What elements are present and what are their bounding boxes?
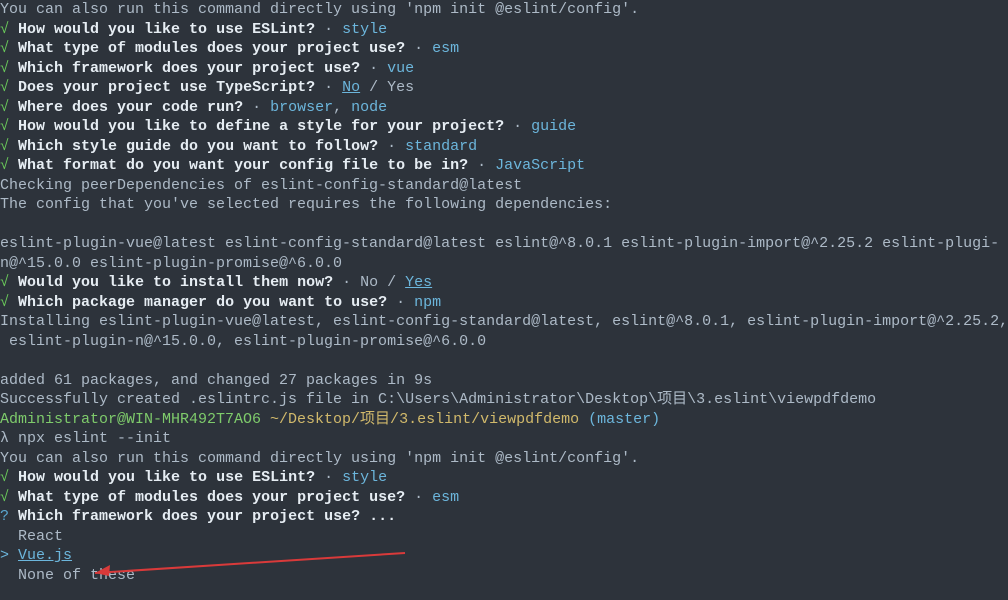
check-icon: √ — [0, 138, 9, 155]
output-line: The config that you've selected requires… — [0, 195, 1008, 215]
terminal[interactable]: You can also run this command directly u… — [0, 0, 1008, 585]
question-line: √ What type of modules does your project… — [0, 488, 1008, 508]
question-line: √ How would you like to use ESLint? · st… — [0, 468, 1008, 488]
check-icon: √ — [0, 40, 9, 57]
output-line: added 61 packages, and changed 27 packag… — [0, 371, 1008, 391]
check-icon: √ — [0, 469, 9, 486]
output-line: Checking peerDependencies of eslint-conf… — [0, 176, 1008, 196]
option-vue[interactable]: > Vue.js — [0, 546, 1008, 566]
output-line: eslint-plugin-n@^15.0.0, eslint-plugin-p… — [0, 332, 1008, 352]
output-line: Successfully created .eslintrc.js file i… — [0, 390, 1008, 410]
question-line: √ Would you like to install them now? · … — [0, 273, 1008, 293]
blank-line — [0, 351, 1008, 371]
check-icon: √ — [0, 79, 9, 96]
active-question-line: ? Which framework does your project use?… — [0, 507, 1008, 527]
note-line: You can also run this command directly u… — [0, 449, 1008, 469]
output-line: Installing eslint-plugin-vue@latest, esl… — [0, 312, 1008, 332]
blank-line — [0, 215, 1008, 235]
question-line: √ Which framework does your project use?… — [0, 59, 1008, 79]
question-line: √ How would you like to use ESLint? · st… — [0, 20, 1008, 40]
question-line: √ How would you like to define a style f… — [0, 117, 1008, 137]
check-icon: √ — [0, 21, 9, 38]
question-line: √ What format do you want your config fi… — [0, 156, 1008, 176]
output-line: n@^15.0.0 eslint-plugin-promise@^6.0.0 — [0, 254, 1008, 274]
check-icon: √ — [0, 60, 9, 77]
question-icon: ? — [0, 508, 9, 525]
check-icon: √ — [0, 99, 9, 116]
selection-pointer: > — [0, 547, 18, 564]
note-line: You can also run this command directly u… — [0, 0, 1008, 20]
question-line: √ Where does your code run? · browser, n… — [0, 98, 1008, 118]
question-line: √ Does your project use TypeScript? · No… — [0, 78, 1008, 98]
check-icon: √ — [0, 157, 9, 174]
question-line: √ Which package manager do you want to u… — [0, 293, 1008, 313]
check-icon: √ — [0, 274, 9, 291]
check-icon: √ — [0, 118, 9, 135]
command-line[interactable]: λ npx eslint --init — [0, 429, 1008, 449]
output-line: eslint-plugin-vue@latest eslint-config-s… — [0, 234, 1008, 254]
prompt-line: Administrator@WIN-MHR492T7AO6 ~/Desktop/… — [0, 410, 1008, 430]
question-line: √ What type of modules does your project… — [0, 39, 1008, 59]
check-icon: √ — [0, 489, 9, 506]
check-icon: √ — [0, 294, 9, 311]
question-line: √ Which style guide do you want to follo… — [0, 137, 1008, 157]
option-none[interactable]: None of these — [0, 566, 1008, 586]
option-react[interactable]: React — [0, 527, 1008, 547]
